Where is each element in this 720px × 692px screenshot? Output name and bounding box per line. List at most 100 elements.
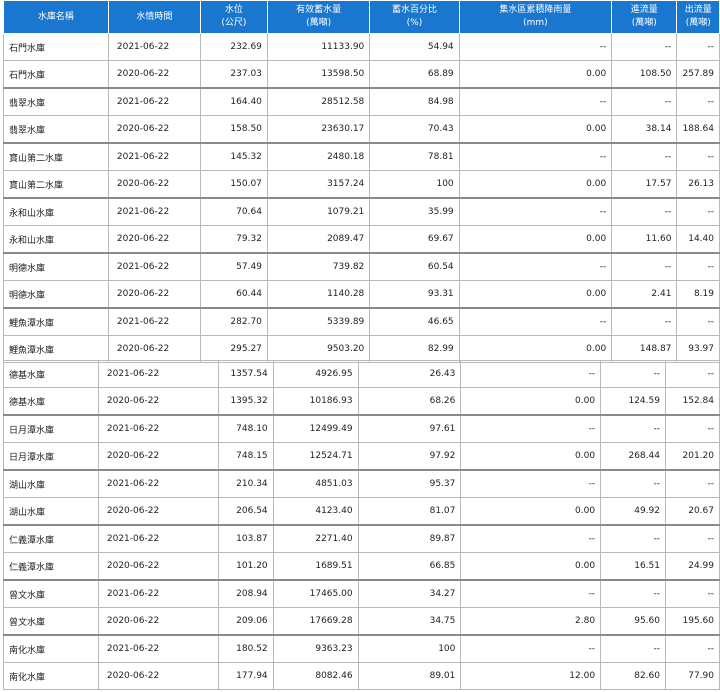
column-header-line: (公尺) [221, 18, 247, 28]
table-cell: -- [600, 360, 666, 388]
table-cell: -- [676, 197, 720, 226]
table-cell: 寶山第二水庫 [3, 142, 109, 171]
table-body-top: 石門水庫 2021-06-22 232.69 11133.90 54.94 -- -- -- 石… [3, 33, 720, 363]
table-cell: 210.34 [217, 469, 274, 498]
table-cell: 翡翠水庫 [3, 115, 109, 144]
table-cell: 永和山水庫 [3, 225, 109, 254]
table-cell: 295.27 [199, 335, 268, 363]
table-cell: 南化水庫 [3, 634, 99, 663]
table-row: 曾文水庫 2020-06-22 209.06 17669.28 34.75 2.80 95.… [3, 607, 720, 636]
table-cell: -- [600, 469, 666, 498]
table-row: 寶山第二水庫 2021-06-22 145.32 2480.18 78.81 -- -- -- [3, 142, 720, 171]
table-cell: 748.15 [217, 442, 274, 471]
table-cell: 2271.40 [272, 524, 359, 553]
table-cell: 20.67 [664, 497, 720, 526]
table-row: 仁義潭水庫 2020-06-22 101.20 1689.51 66.85 0.00 16.… [3, 552, 720, 581]
table-cell: -- [600, 524, 666, 553]
table-cell: 17465.00 [272, 579, 359, 608]
column-header-line: 集水區累積降雨量 [499, 5, 572, 15]
table-cell: 石門水庫 [3, 33, 109, 61]
table-cell: 2020-06-22 [97, 552, 219, 581]
column-header-line: (%) [406, 18, 423, 28]
table-row: 湖山水庫 2020-06-22 206.54 4123.40 81.07 0.00 49.9… [3, 497, 720, 526]
table-cell: -- [664, 469, 720, 498]
table-cell: 739.82 [266, 252, 371, 281]
column-header-2: 水位 (公尺) [199, 0, 268, 34]
table-cell: 195.60 [664, 607, 720, 636]
table-body-bottom: 德基水庫 2021-06-22 1357.54 4926.95 26.43 -- -- -- 德… [3, 360, 720, 690]
table-row: 仁義潭水庫 2021-06-22 103.87 2271.40 89.87 -- -- -- [3, 524, 720, 553]
table-cell: 77.90 [664, 662, 720, 690]
table-cell: -- [460, 524, 602, 553]
table-row: 永和山水庫 2020-06-22 79.32 2089.47 69.67 0.00 11.6… [3, 225, 720, 254]
table-row: 翡翠水庫 2020-06-22 158.50 23630.17 70.43 0.00 38.… [3, 115, 720, 144]
table-cell: 60.54 [369, 252, 460, 281]
table-cell: -- [611, 197, 678, 226]
table-row: 石門水庫 2020-06-22 237.03 13598.50 68.89 0.00 108… [3, 60, 720, 89]
table-cell: 12499.49 [272, 414, 359, 443]
column-header-line: (萬噸) [306, 18, 332, 28]
table-cell: 49.92 [600, 497, 666, 526]
table-cell: -- [676, 307, 720, 336]
table-cell: 35.99 [369, 197, 460, 226]
table-cell: -- [611, 307, 678, 336]
column-header-line: 出流量 [684, 5, 712, 15]
table-row: 鯉魚潭水庫 2021-06-22 282.70 5339.89 46.65 -- -- -- [3, 307, 720, 336]
table-cell: 150.07 [199, 170, 268, 199]
table-cell: 26.13 [676, 170, 720, 199]
table-cell: 70.43 [369, 115, 460, 144]
table-cell: 257.89 [676, 60, 720, 89]
table-cell: 57.49 [199, 252, 268, 281]
column-header-3: 有效蓄水量 (萬噸) [266, 0, 371, 34]
table-cell: 8.19 [676, 280, 720, 309]
table-cell: 1395.32 [217, 387, 274, 416]
table-cell: 0.00 [460, 552, 602, 581]
table-cell: -- [664, 579, 720, 608]
table-cell: -- [458, 142, 613, 171]
table-cell: -- [600, 579, 666, 608]
table-cell: 2021-06-22 [107, 252, 201, 281]
table-cell: 68.89 [369, 60, 460, 89]
table-cell: -- [676, 33, 720, 61]
table-cell: 237.03 [199, 60, 268, 89]
table-cell: 70.64 [199, 197, 268, 226]
table-row: 德基水庫 2021-06-22 1357.54 4926.95 26.43 -- -- -- [3, 360, 720, 388]
table-cell: 17.57 [611, 170, 678, 199]
table-cell: -- [458, 33, 613, 61]
table-cell: 69.67 [369, 225, 460, 254]
table-cell: 湖山水庫 [3, 497, 99, 526]
table-cell: 5339.89 [266, 307, 371, 336]
table-cell: 17669.28 [272, 607, 359, 636]
column-header-5: 集水區累積降雨量 (mm) [458, 0, 613, 34]
table-row: 德基水庫 2020-06-22 1395.32 10186.93 68.26 0.00 12… [3, 387, 720, 416]
table-cell: 95.37 [357, 469, 462, 498]
table-row: 湖山水庫 2021-06-22 210.34 4851.03 95.37 -- -- -- [3, 469, 720, 498]
table-cell: 2021-06-22 [97, 579, 219, 608]
table-cell: 158.50 [199, 115, 268, 144]
table-cell: 2020-06-22 [107, 225, 201, 254]
table-row: 石門水庫 2021-06-22 232.69 11133.90 54.94 -- -- -- [3, 33, 720, 61]
table-header: 水庫名稱 水情時間 水位 (公尺) 有效蓄水量 (萬噸) 蓄水百分比 (%) 集水區累積降雨量 (… [3, 0, 720, 34]
table-cell: 97.92 [357, 442, 462, 471]
table-cell: -- [600, 634, 666, 663]
table-cell: 0.00 [460, 442, 602, 471]
table-cell: 93.31 [369, 280, 460, 309]
table-cell: 82.99 [369, 335, 460, 363]
table-cell: 9363.23 [272, 634, 359, 663]
table-cell: 0.00 [458, 335, 613, 363]
table-cell: -- [664, 414, 720, 443]
table-cell: 89.87 [357, 524, 462, 553]
table-cell: 177.94 [217, 662, 274, 690]
table-cell: 2021-06-22 [107, 197, 201, 226]
table-cell: 2021-06-22 [97, 469, 219, 498]
table-cell: 2021-06-22 [97, 414, 219, 443]
table-cell: 鯉魚潭水庫 [3, 335, 109, 363]
table-cell: 翡翠水庫 [3, 87, 109, 116]
table-cell: 寶山第二水庫 [3, 170, 109, 199]
table-cell: 180.52 [217, 634, 274, 663]
table-cell: 3157.24 [266, 170, 371, 199]
column-header-line: (萬噸) [631, 18, 657, 28]
table-cell: 282.70 [199, 307, 268, 336]
table-cell: 12.00 [460, 662, 602, 690]
table-cell: 湖山水庫 [3, 469, 99, 498]
